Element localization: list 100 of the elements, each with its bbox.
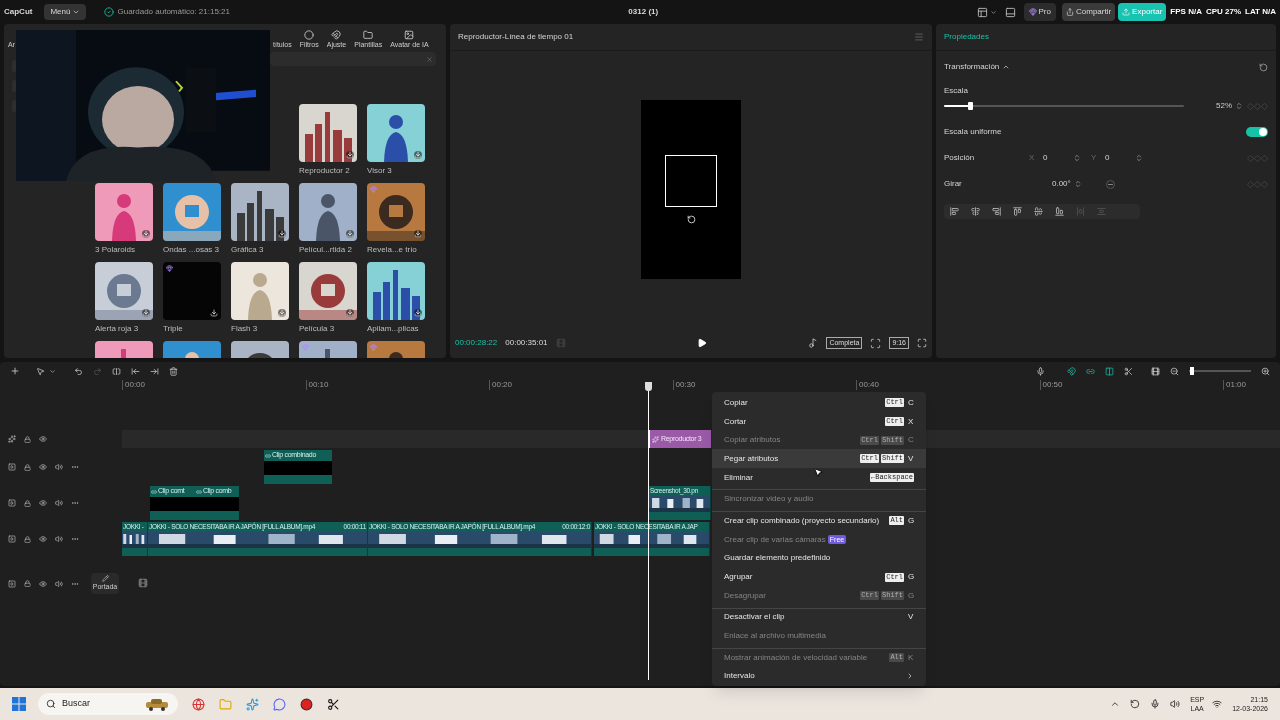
search-field[interactable]	[270, 52, 436, 66]
align-middle-icon[interactable]	[1034, 207, 1043, 216]
download-icon[interactable]	[346, 151, 354, 159]
panel-icon[interactable]	[1004, 6, 1016, 18]
volume-icon[interactable]	[55, 463, 63, 471]
eye-icon[interactable]	[39, 579, 47, 588]
effect-thumbnail[interactable]	[299, 183, 357, 241]
align-center-icon[interactable]	[971, 207, 980, 216]
sync-icon[interactable]	[1130, 699, 1141, 709]
slider-thumb[interactable]	[1190, 367, 1195, 375]
volume-icon[interactable]	[55, 499, 63, 507]
effect-thumbnail[interactable]	[231, 262, 289, 320]
performance-stat: LAT N/A	[1245, 6, 1276, 18]
zoom-in-icon[interactable]	[1261, 366, 1270, 376]
lock-icon[interactable]	[24, 435, 31, 443]
effect-thumbnail[interactable]	[367, 104, 425, 162]
toggle-switch[interactable]	[1246, 127, 1268, 137]
stepper-icon[interactable]	[1135, 154, 1143, 162]
stepper-icon[interactable]	[1074, 180, 1082, 188]
effect-thumbnail[interactable]	[231, 183, 289, 241]
volume-icon[interactable]	[55, 579, 63, 588]
effect-thumbnail[interactable]	[299, 104, 357, 162]
link-icon[interactable]	[1086, 366, 1095, 376]
menu-item[interactable]: Intervalo	[712, 666, 926, 686]
lock-icon[interactable]	[24, 499, 31, 507]
trim-right-icon[interactable]	[150, 366, 159, 376]
zoom-out-icon[interactable]	[1170, 366, 1179, 376]
rotate-handle-icon[interactable]	[686, 215, 696, 224]
download-icon[interactable]	[142, 230, 150, 238]
download-icon[interactable]	[346, 309, 354, 317]
effect-thumbnail[interactable]	[95, 262, 153, 320]
more-icon[interactable]	[71, 535, 79, 543]
microphone-icon[interactable]	[1150, 699, 1161, 709]
wifi-icon[interactable]	[1212, 699, 1223, 709]
effect-thumbnail[interactable]	[299, 262, 357, 320]
eye-icon[interactable]	[39, 499, 47, 507]
eye-icon[interactable]	[39, 535, 47, 543]
effect-thumbnail[interactable]	[163, 262, 221, 320]
menu-item[interactable]: Desactivar el clip V	[712, 607, 926, 627]
layout-icon[interactable]	[976, 6, 988, 18]
music-icon[interactable]	[808, 338, 819, 348]
scan-icon[interactable]	[870, 337, 882, 349]
magnet-icon[interactable]	[1067, 366, 1076, 376]
eye-icon[interactable]	[39, 435, 47, 443]
scissors-icon[interactable]	[1124, 366, 1133, 376]
rotate-field[interactable]: 0.00°	[1052, 178, 1074, 190]
chevron-icon[interactable]	[1110, 699, 1121, 709]
share-button[interactable]: Compartir	[1062, 3, 1116, 21]
position-x-field[interactable]: 0	[1043, 152, 1073, 164]
download-icon[interactable]	[414, 309, 422, 317]
align-top-icon[interactable]	[1013, 207, 1022, 216]
eye-icon[interactable]	[39, 463, 47, 471]
caret-icon[interactable]	[989, 8, 997, 16]
menu-item[interactable]: Guardar elemento predefinido	[712, 548, 926, 568]
browser-icon[interactable]	[192, 697, 205, 711]
film-icon[interactable]	[1151, 366, 1160, 376]
selection-frame[interactable]	[665, 155, 717, 207]
effect-thumbnail[interactable]	[367, 183, 425, 241]
chevron-icon	[906, 672, 914, 681]
align-right-icon[interactable]	[992, 207, 1001, 216]
pointer-icon[interactable]	[36, 366, 45, 376]
download-icon[interactable]	[278, 230, 286, 238]
fullscreen-icon[interactable]	[917, 338, 927, 348]
pro-button[interactable]: Pro	[1023, 3, 1056, 21]
delete-icon[interactable]	[169, 366, 178, 376]
align-bottom-icon[interactable]	[1055, 207, 1064, 216]
volume-icon[interactable]	[55, 535, 63, 543]
search-field[interactable]: Buscar	[38, 693, 178, 715]
microphone-icon[interactable]	[1036, 366, 1045, 376]
effect-thumbnail[interactable]	[367, 262, 425, 320]
download-icon[interactable]	[346, 230, 354, 238]
menu-button[interactable]: Menú	[44, 4, 87, 20]
align-left-icon[interactable]	[950, 207, 959, 216]
lock-icon[interactable]	[24, 535, 31, 543]
add-icon[interactable]	[10, 366, 20, 376]
more-icon[interactable]	[71, 463, 79, 471]
lock-icon[interactable]	[24, 463, 31, 471]
effect-thumbnail[interactable]	[95, 183, 153, 241]
download-icon[interactable]	[142, 309, 150, 317]
trim-left-icon[interactable]	[131, 366, 140, 376]
caret-icon[interactable]	[1002, 63, 1011, 71]
download-icon[interactable]	[414, 230, 422, 238]
shortcut-key: G	[908, 571, 914, 584]
stepper-icon[interactable]	[1073, 154, 1081, 162]
caret-icon[interactable]	[49, 367, 56, 375]
effect-thumbnail[interactable]	[163, 183, 221, 241]
volume-icon[interactable]	[1170, 699, 1181, 709]
play-button[interactable]	[696, 338, 707, 348]
playhead-handle[interactable]	[645, 382, 652, 391]
undo-icon[interactable]	[74, 366, 83, 376]
record-icon[interactable]	[300, 697, 313, 711]
more-icon[interactable]	[71, 499, 79, 507]
reset-icon[interactable]	[1259, 62, 1268, 72]
position-y-field[interactable]: 0	[1105, 152, 1135, 164]
slider-thumb[interactable]	[968, 102, 974, 110]
stepper-icon[interactable]	[1235, 102, 1243, 110]
chat-icon[interactable]	[273, 697, 286, 711]
download-icon[interactable]	[210, 309, 218, 317]
lock-icon[interactable]	[24, 580, 31, 587]
split-icon[interactable]	[112, 366, 121, 376]
